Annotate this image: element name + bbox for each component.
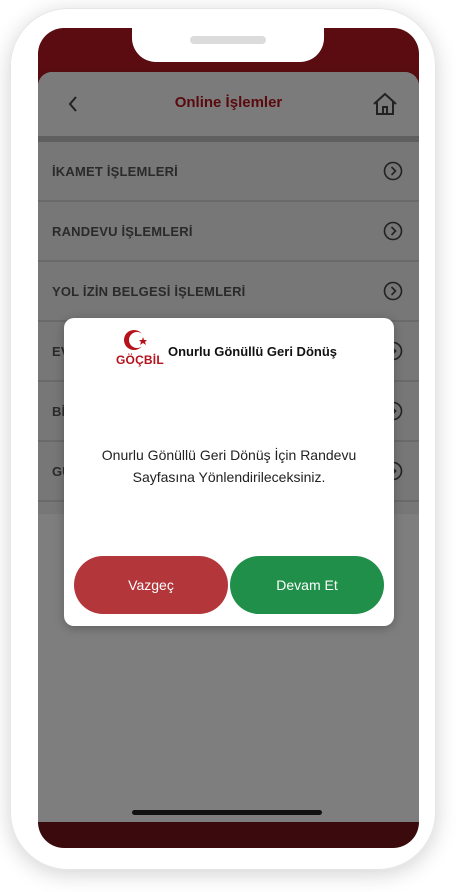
chevron-right-icon	[383, 221, 403, 241]
chevron-right-icon	[383, 281, 403, 301]
menu-item-yol-izin[interactable]: YOL İZİN BELGESİ İŞLEMLERİ	[38, 262, 419, 322]
menu-item-label: YOL İZİN BELGESİ İŞLEMLERİ	[52, 283, 246, 299]
menu-item-label: RANDEVU İŞLEMLERİ	[52, 223, 193, 239]
menu-item-label: İKAMET İŞLEMLERİ	[52, 163, 178, 179]
dialog: GÖÇBİL Onurlu Gönüllü Geri Dönüş Onurlu …	[64, 318, 394, 626]
app-header: Online İşlemler	[38, 72, 419, 142]
back-button[interactable]	[62, 92, 86, 116]
home-button[interactable]	[371, 90, 399, 118]
dialog-message: Onurlu Gönüllü Geri Dönüş İçin Randevu S…	[101, 447, 357, 485]
cancel-button[interactable]: Vazgeç	[74, 556, 228, 614]
chevron-right-icon	[383, 161, 403, 181]
gocbil-logo: GÖÇBİL	[116, 326, 166, 374]
phone-speaker	[190, 36, 266, 44]
crescent-star-icon	[124, 330, 147, 350]
menu-item-randevu[interactable]: RANDEVU İŞLEMLERİ	[38, 202, 419, 262]
home-icon	[373, 92, 397, 115]
menu-item-ikamet[interactable]: İKAMET İŞLEMLERİ	[38, 142, 419, 202]
logo-text: GÖÇBİL	[116, 353, 164, 367]
back-arrow-icon	[68, 96, 77, 112]
continue-button[interactable]: Devam Et	[230, 556, 384, 614]
home-indicator	[132, 810, 322, 815]
phone-notch	[132, 28, 324, 62]
dialog-title: Onurlu Gönüllü Geri Dönüş	[168, 344, 337, 359]
page-title: Online İşlemler	[174, 94, 283, 111]
